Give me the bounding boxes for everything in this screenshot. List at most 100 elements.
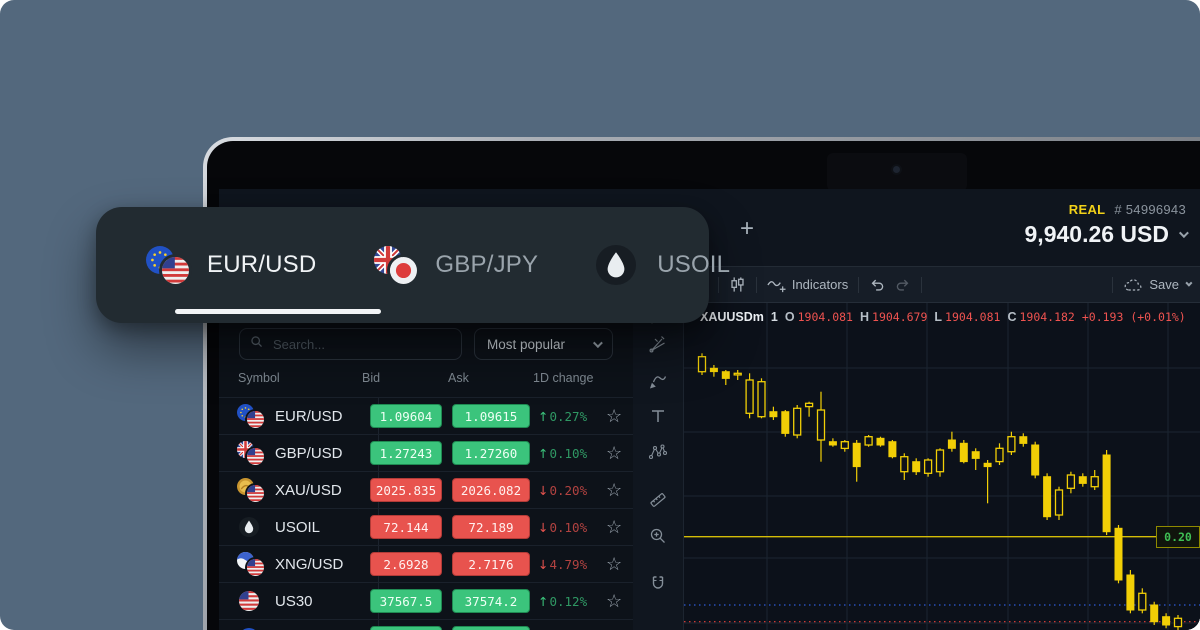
symbol-label: GBP/USD <box>275 445 343 462</box>
pair-tab-label: EUR/USD <box>207 251 316 279</box>
ask-price-badge[interactable] <box>452 626 530 630</box>
timeframe-value: 1 <box>771 310 778 324</box>
favorite-star-icon[interactable]: ☆ <box>606 407 622 425</box>
chevron-down-icon <box>593 338 603 348</box>
instrument-flag-icon <box>237 404 266 428</box>
save-layout-button[interactable]: Save <box>1123 277 1190 292</box>
webcam-icon <box>893 166 900 173</box>
instrument-flag-icon <box>237 441 266 465</box>
favorite-star-icon[interactable]: ☆ <box>606 444 622 462</box>
pair-tab-gbp-jpy[interactable]: GBP/JPY <box>374 207 538 323</box>
bid-price-badge[interactable]: 37567.5 <box>370 589 442 613</box>
favorite-star-icon[interactable]: ☆ <box>606 592 622 610</box>
daily-change: ↓4.79% <box>538 557 604 572</box>
watchlist-row-gbp-usd[interactable]: GBP/USD 1.27243 1.27260 ↑0.10%☆ <box>219 434 633 471</box>
tool-pitchfork-icon[interactable] <box>641 327 675 361</box>
tool-pattern-icon[interactable] <box>641 435 675 469</box>
symbol-label: USOIL <box>275 519 320 536</box>
active-tab-underline <box>175 309 381 314</box>
favorite-star-icon[interactable]: ☆ <box>606 518 622 536</box>
chevron-down-icon[interactable] <box>1179 228 1189 238</box>
price-line-label: 0.20 <box>1156 526 1200 548</box>
search-box[interactable] <box>239 328 462 360</box>
change-arrow-icon: ↓ <box>538 557 548 572</box>
instrument-flag-icon <box>237 478 266 502</box>
undo-icon[interactable] <box>869 278 885 292</box>
toolbar-divider <box>858 277 859 293</box>
account-info[interactable]: REAL # 54996943 9,940.26 USD <box>1025 202 1186 248</box>
watchlist-row-partial[interactable] <box>219 619 633 630</box>
ask-price-badge[interactable]: 1.09615 <box>452 404 530 428</box>
price-chart[interactable]: XAUUSDm 1 O1904.081 H1904.679 L1904.081 … <box>684 303 1200 630</box>
bid-price-badge[interactable] <box>370 626 442 630</box>
drawing-tools-sidebar <box>633 303 684 630</box>
filter-dropdown[interactable]: Most popular <box>474 328 613 360</box>
instrument-flag-icon <box>237 552 266 576</box>
account-type-badge: REAL <box>1069 202 1106 217</box>
ask-price-badge[interactable]: 1.27260 <box>452 441 530 465</box>
ask-price-badge[interactable]: 2.7176 <box>452 552 530 576</box>
pair-tab-label: USOIL <box>657 251 730 279</box>
watchlist-row-xau-usd[interactable]: XAU/USD 2025.835 2026.082 ↓0.20%☆ <box>219 471 633 508</box>
symbol-label: XAU/USD <box>275 482 342 499</box>
daily-change: ↑0.27% <box>538 409 604 424</box>
redo-icon[interactable] <box>895 278 911 292</box>
instrument-flag-icon <box>237 589 266 613</box>
add-tab-button[interactable]: + <box>731 213 763 245</box>
watchlist-row-eur-usd[interactable]: EUR/USD 1.09604 1.09615 ↑0.27%☆ <box>219 397 633 434</box>
tool-magnet-icon[interactable] <box>641 567 675 601</box>
favorite-star-icon[interactable]: ☆ <box>606 481 622 499</box>
ohlc-legend: XAUUSDm 1 O1904.081 H1904.679 L1904.081 … <box>700 310 1186 324</box>
candle-change: +0.193 (+0.01%) <box>1082 310 1186 324</box>
change-arrow-icon: ↓ <box>538 520 548 535</box>
instrument-flag-icon <box>374 244 420 286</box>
instrument-flag-icon <box>237 626 266 630</box>
ask-price-badge[interactable]: 37574.2 <box>452 589 530 613</box>
tool-zoom-in-icon[interactable] <box>641 519 675 553</box>
bid-price-badge[interactable]: 1.27243 <box>370 441 442 465</box>
toolbar-divider <box>756 277 757 293</box>
symbol-label: US30 <box>275 593 313 610</box>
tool-text-icon[interactable] <box>641 399 675 433</box>
watchlist-row-usoil[interactable]: USOIL 72.144 72.189 ↓0.10%☆ <box>219 508 633 545</box>
pair-tab-usoil[interactable]: USOIL <box>596 207 730 323</box>
tool-ruler-icon[interactable] <box>641 483 675 517</box>
toolbar-divider <box>921 277 922 293</box>
laptop-camera-housing <box>827 153 967 191</box>
page-background: + REAL # 54996943 9,940.26 USD m <box>0 0 1200 630</box>
daily-change: ↓0.20% <box>538 483 604 498</box>
account-balance: 9,940.26 USD <box>1025 221 1169 248</box>
symbol-label: XNG/USD <box>275 556 343 573</box>
watchlist-row-xng-usd[interactable]: XNG/USD 2.6928 2.7176 ↓4.79%☆ <box>219 545 633 582</box>
daily-change: ↓0.10% <box>538 520 604 535</box>
search-input[interactable] <box>271 336 451 353</box>
watchlist-column-headers: Symbol Bid Ask 1D change <box>219 371 633 391</box>
pair-tab-eur-usd[interactable]: EUR/USD <box>146 207 316 323</box>
instrument-flag-icon <box>146 244 192 286</box>
daily-change: ↑0.10% <box>538 446 604 461</box>
ask-price-badge[interactable]: 2026.082 <box>452 478 530 502</box>
search-icon <box>250 335 263 353</box>
ask-price-badge[interactable]: 72.189 <box>452 515 530 539</box>
change-arrow-icon: ↓ <box>538 483 548 498</box>
bid-price-badge[interactable]: 2.6928 <box>370 552 442 576</box>
indicators-wave-icon <box>767 277 786 293</box>
favorite-star-icon[interactable]: ☆ <box>606 555 622 573</box>
bid-price-badge[interactable]: 72.144 <box>370 515 442 539</box>
chevron-down-icon <box>1185 280 1192 287</box>
symbol-label: EUR/USD <box>275 408 343 425</box>
indicators-button[interactable]: Indicators <box>767 277 848 293</box>
pair-tab-label: GBP/JPY <box>435 251 538 279</box>
instrument-pair-card: EUR/USD GBP/JPY USOIL <box>96 207 709 323</box>
change-arrow-icon: ↑ <box>538 446 548 461</box>
change-arrow-icon: ↑ <box>538 409 548 424</box>
watchlist-row-us30[interactable]: US3037567.537574.2↑0.12%☆ <box>219 582 633 619</box>
instrument-flag-icon <box>237 515 266 539</box>
bid-price-badge[interactable]: 1.09604 <box>370 404 442 428</box>
chart-type-candles-icon[interactable] <box>729 276 746 293</box>
cloud-save-icon <box>1123 278 1143 292</box>
tool-brush-icon[interactable] <box>641 363 675 397</box>
change-arrow-icon: ↑ <box>538 594 548 609</box>
bid-price-badge[interactable]: 2025.835 <box>370 478 442 502</box>
account-number: # 54996943 <box>1114 202 1186 217</box>
